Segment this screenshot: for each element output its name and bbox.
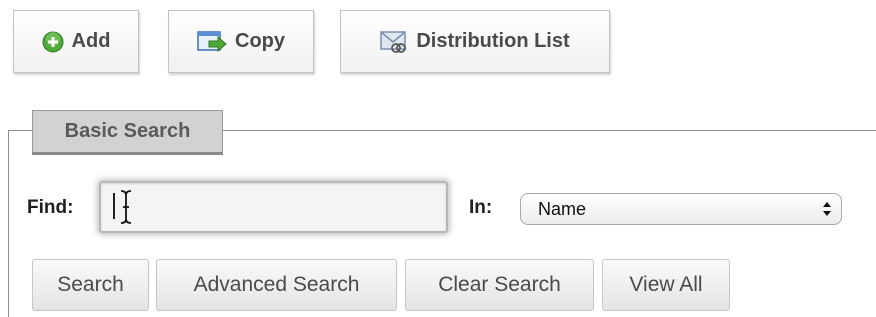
search-button-label: Search — [57, 273, 124, 296]
find-input[interactable] — [99, 181, 448, 233]
basic-search-legend-label: Basic Search — [64, 120, 191, 142]
add-button[interactable]: Add — [13, 10, 139, 73]
clear-search-button-label: Clear Search — [438, 273, 561, 296]
clear-search-button[interactable]: Clear Search — [405, 259, 594, 311]
distribution-list-label: Distribution List — [416, 30, 570, 52]
view-all-button-label: View All — [629, 273, 703, 296]
ibeam-cursor-icon — [120, 190, 132, 224]
fieldset-left-border — [8, 130, 9, 317]
in-label: In: — [469, 197, 493, 218]
copy-button[interactable]: Copy — [168, 10, 314, 73]
distribution-list-button[interactable]: Distribution List — [340, 10, 610, 73]
select-arrows-icon — [823, 202, 831, 216]
plus-circle-icon — [42, 31, 64, 53]
copy-icon — [197, 30, 227, 54]
page: Add Copy Distribution List Basic Search — [0, 0, 876, 317]
advanced-search-button[interactable]: Advanced Search — [156, 259, 397, 311]
basic-search-legend[interactable]: Basic Search — [32, 110, 223, 155]
view-all-button[interactable]: View All — [602, 259, 730, 311]
copy-label: Copy — [235, 30, 285, 52]
text-caret — [113, 193, 115, 219]
search-field-selected: Name — [538, 198, 587, 219]
advanced-search-button-label: Advanced Search — [193, 273, 360, 296]
find-label: Find: — [27, 197, 74, 218]
mail-list-icon — [380, 29, 408, 55]
search-button[interactable]: Search — [32, 259, 149, 311]
add-label: Add — [71, 30, 111, 52]
search-field-select[interactable]: Name — [520, 193, 842, 225]
